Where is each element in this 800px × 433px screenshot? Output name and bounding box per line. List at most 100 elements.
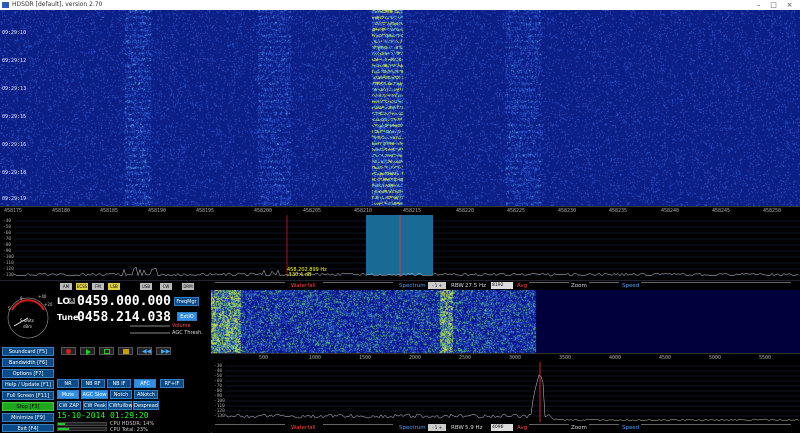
- db-label: -110: [3, 261, 14, 266]
- zoom-label: Zoom: [571, 283, 587, 289]
- avg-label: Avg: [517, 283, 528, 289]
- mute-button[interactable]: Mute: [57, 390, 79, 399]
- freqmgr-button[interactable]: FreqMgr: [174, 297, 199, 306]
- cw-fullbw-button[interactable]: CWfullbw: [108, 401, 132, 410]
- spectrum-spin[interactable]: - 1 +: [428, 282, 446, 289]
- af-freq-label: 3500: [559, 355, 572, 361]
- agc-slow-button[interactable]: AGC Slow: [81, 390, 108, 399]
- s-meter-scale-label: +20: [44, 302, 53, 307]
- avg-label-2: Avg: [517, 425, 528, 431]
- waterfall-slider[interactable]: [215, 282, 285, 288]
- s-meter-scale-label: +40: [38, 294, 47, 299]
- hdsdr-window: HDSDR [default], version 2.70 – □ × 09:2…: [0, 0, 800, 433]
- close-window-icon[interactable]: ×: [783, 1, 796, 9]
- db-label: -70: [3, 237, 12, 242]
- cpu-hdsdr-bar: [57, 422, 107, 426]
- freq-tick-label: 458235: [609, 208, 628, 214]
- avg-slider[interactable]: [529, 282, 569, 288]
- options-button[interactable]: Options [F7]: [2, 369, 54, 378]
- s-meter: +40 +20 9 5 S-units dBm: [7, 294, 53, 339]
- rbw-label-2: RBW: [451, 425, 464, 431]
- nr-button[interactable]: NR: [57, 379, 79, 388]
- db-label: -80: [3, 243, 12, 248]
- nb-if-button[interactable]: NB IF: [107, 379, 131, 388]
- waterfall-contrast-slider-2[interactable]: [323, 424, 393, 430]
- mode-lsb[interactable]: LSB: [108, 283, 120, 290]
- waterfall-slider-2[interactable]: [215, 424, 285, 430]
- window-title: HDSDR [default], version 2.70: [12, 1, 103, 8]
- freq-tick-label: 458250: [763, 208, 782, 214]
- af-spectrum[interactable]: [211, 362, 800, 424]
- spectrum-label: Spectrum: [399, 283, 426, 289]
- forward-button[interactable]: ▶▶: [156, 347, 171, 355]
- speed-slider-2[interactable]: [641, 424, 791, 430]
- db-label: -50: [3, 225, 12, 230]
- mode-drm[interactable]: DRM: [182, 283, 194, 290]
- zoom-slider-2[interactable]: [589, 424, 619, 430]
- freq-tick-label: 458220: [456, 208, 475, 214]
- cw-zap-button[interactable]: CW ZAP: [57, 401, 81, 410]
- lo-frequency[interactable]: 0459.000.000: [77, 294, 171, 309]
- record-button[interactable]: [61, 347, 76, 355]
- freq-tick-label: 458200: [254, 208, 273, 214]
- agc-slider[interactable]: [130, 332, 170, 334]
- filter-passband[interactable]: [366, 215, 433, 275]
- exit-button[interactable]: Exit [F4]: [2, 424, 54, 432]
- extio-button[interactable]: ExtIO: [177, 312, 197, 321]
- volume-slider[interactable]: [130, 325, 170, 327]
- minimize-button[interactable]: Minimize [F9]: [2, 413, 54, 422]
- zoom-slider[interactable]: [589, 282, 619, 288]
- play-button[interactable]: [80, 347, 95, 355]
- notch-button[interactable]: Notch: [110, 390, 132, 399]
- rf-waterfall[interactable]: 09:29:10 09:29:12 09:29:13 09:29:15 09:2…: [0, 10, 800, 206]
- db-label: -40: [3, 219, 12, 224]
- af-freq-label: 500: [259, 355, 269, 361]
- freq-tick-label: 458185: [100, 208, 119, 214]
- rewind-button[interactable]: ◀◀: [137, 347, 152, 355]
- rf-spectrum[interactable]: -40 -50 -60 -70 -80 -90 -100 -110 -120 -…: [0, 215, 800, 281]
- forward-icon: ▶▶: [161, 348, 171, 355]
- fft-size-select-2[interactable]: 4096: [491, 424, 513, 431]
- waterfall-label-2: Waterfall: [291, 425, 316, 431]
- af-freq-label: 4500: [659, 355, 672, 361]
- stop-button[interactable]: Stop [F3]: [2, 402, 54, 411]
- af-freq-label: 1500: [359, 355, 372, 361]
- mode-fm[interactable]: FM: [92, 283, 104, 290]
- lo-vfo-label[interactable]: A: [69, 298, 75, 304]
- soundcard-button[interactable]: Soundcard [F5]: [2, 347, 54, 356]
- avg-slider-2[interactable]: [529, 424, 569, 430]
- despread-button[interactable]: Despread: [133, 401, 159, 410]
- mode-cw[interactable]: CW: [160, 283, 172, 290]
- nb-rf-button[interactable]: NB RF: [81, 379, 105, 388]
- anotch-button[interactable]: ANotch: [134, 390, 158, 399]
- af-spectrum-controls: Waterfall Spectrum - 1 + RBW 5.9 Hz 4096…: [211, 424, 800, 432]
- mode-ecss[interactable]: ECSS: [76, 283, 88, 290]
- rbw-label: RBW: [451, 283, 464, 289]
- rf-if-button[interactable]: RF+IF: [160, 379, 184, 388]
- cw-peak-button[interactable]: CW Peak: [83, 401, 107, 410]
- db-label: -60: [3, 231, 12, 236]
- waterfall-contrast-slider[interactable]: [323, 282, 393, 288]
- speed-slider[interactable]: [641, 282, 791, 288]
- fft-size-select[interactable]: 8192: [491, 282, 513, 289]
- fullscreen-button[interactable]: Full Screen [F11]: [2, 391, 54, 400]
- loop-button[interactable]: [99, 347, 114, 355]
- time-label: 09:29:18: [2, 170, 27, 176]
- bandwidth-button[interactable]: Bandwidth [F6]: [2, 358, 54, 367]
- afc-button[interactable]: AFC: [134, 379, 156, 388]
- freq-tick-label: 458215: [403, 208, 422, 214]
- mode-am[interactable]: AM: [60, 283, 72, 290]
- af-waterfall[interactable]: [211, 290, 800, 353]
- spectrum-spin-2[interactable]: - 1 +: [428, 424, 446, 431]
- rf-frequency-axis[interactable]: 458175 458180 458185 458190 458195 45820…: [0, 206, 800, 215]
- freq-tick-label: 458195: [196, 208, 215, 214]
- pause-button[interactable]: [118, 347, 133, 355]
- cpu-total-bar: [57, 427, 107, 431]
- help-update-button[interactable]: Help / Update [F1]: [2, 380, 54, 389]
- rbw-value: 27.5 Hz: [465, 283, 487, 289]
- time-label: 09:29:13: [2, 86, 27, 92]
- tune-frequency[interactable]: 0458.214.038: [77, 310, 171, 325]
- minimize-window-icon[interactable]: –: [752, 1, 765, 9]
- maximize-window-icon[interactable]: □: [767, 1, 780, 9]
- mode-usb[interactable]: USB: [140, 283, 152, 290]
